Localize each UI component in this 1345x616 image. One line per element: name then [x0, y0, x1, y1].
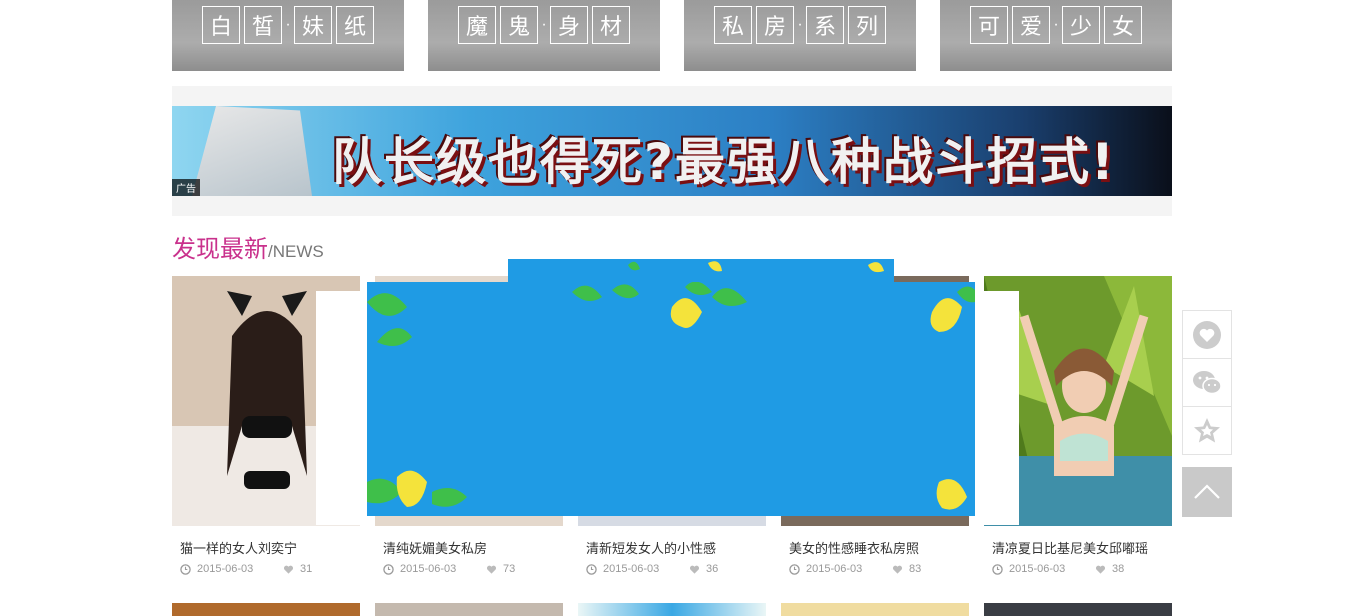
ad-character-image: [192, 106, 312, 196]
overlay-gap-left: [316, 291, 367, 525]
category-char: 房: [756, 6, 794, 44]
separator-dot: ·: [797, 16, 803, 33]
category-char: 妹: [294, 6, 332, 44]
news-card-next[interactable]: [375, 603, 563, 616]
category-char: 系: [806, 6, 844, 44]
section-heading: 发现最新/NEWS: [172, 229, 324, 264]
clock-icon: [180, 563, 191, 575]
category-char: 可: [970, 6, 1008, 44]
news-likes: 83: [909, 563, 922, 575]
ad-container: 队长级也得死?最强八种战斗招式! 广告: [172, 86, 1172, 216]
news-title[interactable]: 猫一样的女人刘奕宁: [180, 538, 360, 557]
wechat-icon: [1193, 370, 1222, 394]
bookmark-button[interactable]: [1182, 406, 1232, 455]
heart-icon: [283, 565, 294, 574]
category-char: 皙: [244, 6, 282, 44]
wechat-button[interactable]: [1182, 358, 1232, 407]
heart-icon: [1193, 320, 1221, 349]
favorite-button[interactable]: [1182, 310, 1232, 359]
category-cute[interactable]: 可 爱 · 少 女: [940, 0, 1172, 71]
leaf-decoration: [367, 282, 975, 510]
heart-icon: [486, 565, 497, 574]
category-figure[interactable]: 魔 鬼 · 身 材: [428, 0, 660, 71]
back-to-top-icon: [1194, 484, 1220, 499]
ad-slogan: 队长级也得死?最强八种战斗招式!: [332, 133, 1116, 191]
category-char: 身: [550, 6, 588, 44]
category-char: 魔: [458, 6, 496, 44]
news-date: 2015-06-03: [1009, 563, 1066, 575]
star-icon: [1194, 417, 1220, 442]
news-likes: 38: [1112, 563, 1125, 575]
news-title[interactable]: 清新短发女人的小性感: [586, 538, 766, 557]
overlay-gap-right: [975, 291, 1019, 525]
news-date: 2015-06-03: [806, 563, 863, 575]
news-card-next[interactable]: [984, 603, 1172, 616]
news-likes: 73: [503, 563, 516, 575]
category-char: 女: [1104, 6, 1142, 44]
news-date: 2015-06-03: [400, 563, 457, 575]
news-title[interactable]: 清纯妩媚美女私房: [383, 538, 563, 557]
category-char: 材: [592, 6, 630, 44]
category-fair-skin[interactable]: 白 皙 · 妹 纸: [172, 0, 404, 71]
popup-overlay[interactable]: [367, 282, 975, 516]
category-char: 私: [714, 6, 752, 44]
clock-icon: [586, 563, 597, 575]
ad-banner[interactable]: 队长级也得死?最强八种战斗招式! 广告: [172, 106, 1172, 196]
separator-dot: ·: [541, 16, 547, 33]
section-subtitle: /NEWS: [268, 242, 324, 261]
section-title: 发现最新: [172, 236, 268, 263]
ad-tag: 广告: [172, 179, 200, 196]
back-to-top-button[interactable]: [1182, 467, 1232, 517]
clock-icon: [789, 563, 800, 575]
news-title[interactable]: 美女的性感睡衣私房照: [789, 538, 969, 557]
category-row: 白 皙 · 妹 纸 魔 鬼 · 身 材 私 房 · 系 列 可 爱 · 少 女: [172, 0, 1172, 71]
news-card-next[interactable]: [578, 603, 766, 616]
category-char: 纸: [336, 6, 374, 44]
news-likes: 36: [706, 563, 719, 575]
heart-icon: [1095, 565, 1106, 574]
category-private[interactable]: 私 房 · 系 列: [684, 0, 916, 71]
news-date: 2015-06-03: [197, 563, 254, 575]
news-date: 2015-06-03: [603, 563, 660, 575]
heart-icon: [892, 565, 903, 574]
side-toolbar: [1182, 310, 1232, 517]
separator-dot: ·: [1053, 16, 1059, 33]
category-char: 鬼: [500, 6, 538, 44]
news-likes: 31: [300, 563, 313, 575]
clock-icon: [383, 563, 394, 575]
news-card-next[interactable]: [781, 603, 969, 616]
news-card-next[interactable]: [172, 603, 360, 616]
clock-icon: [992, 563, 1003, 575]
heart-icon: [689, 565, 700, 574]
category-char: 白: [202, 6, 240, 44]
category-char: 列: [848, 6, 886, 44]
separator-dot: ·: [285, 16, 291, 33]
category-char: 爱: [1012, 6, 1050, 44]
news-title[interactable]: 清凉夏日比基尼美女邱嘟瑶: [992, 538, 1172, 557]
category-char: 少: [1062, 6, 1100, 44]
